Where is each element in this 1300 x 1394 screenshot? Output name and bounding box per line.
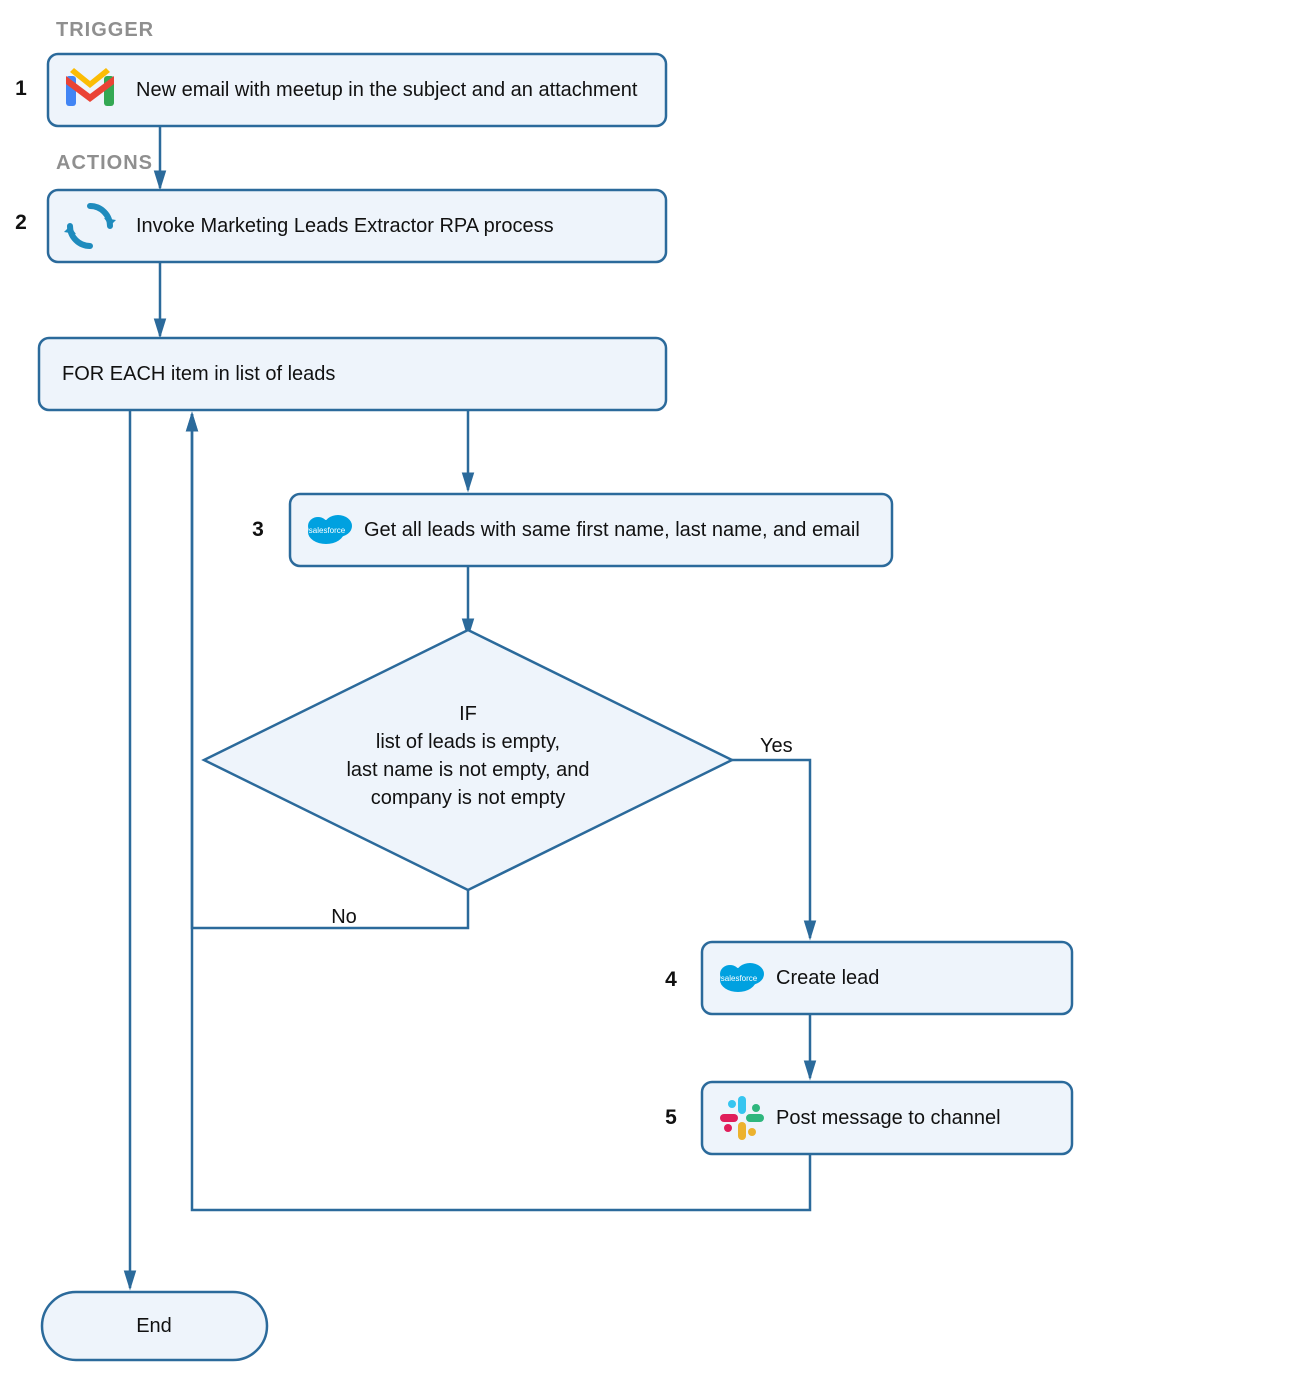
section-actions-label: ACTIONS xyxy=(56,152,153,174)
step-2-number: 2 xyxy=(15,211,27,234)
decision-line1: list of leads is empty, xyxy=(376,731,560,753)
step-4-number: 4 xyxy=(665,968,677,991)
step-3-label: Get all leads with same first name, last… xyxy=(364,519,860,541)
foreach-label: FOR EACH item in list of leads xyxy=(62,363,335,385)
section-trigger-label: TRIGGER xyxy=(56,19,154,41)
decision-title: IF xyxy=(459,703,477,725)
edge-no-label: No xyxy=(331,906,357,928)
step-1-label: New email with meetup in the subject and… xyxy=(136,79,638,101)
step-4-label: Create lead xyxy=(776,967,879,989)
edge-yes xyxy=(732,760,810,938)
edge-yes-label: Yes xyxy=(760,735,793,757)
step-5-number: 5 xyxy=(665,1106,677,1129)
end-label: End xyxy=(136,1315,172,1337)
step-1-number: 1 xyxy=(15,77,27,100)
step-5-label: Post message to channel xyxy=(776,1107,1001,1129)
decision-line2: last name is not empty, and xyxy=(346,759,589,781)
step-3-number: 3 xyxy=(252,518,264,541)
step-2-label: Invoke Marketing Leads Extractor RPA pro… xyxy=(136,215,554,237)
decision-line3: company is not empty xyxy=(371,787,566,809)
